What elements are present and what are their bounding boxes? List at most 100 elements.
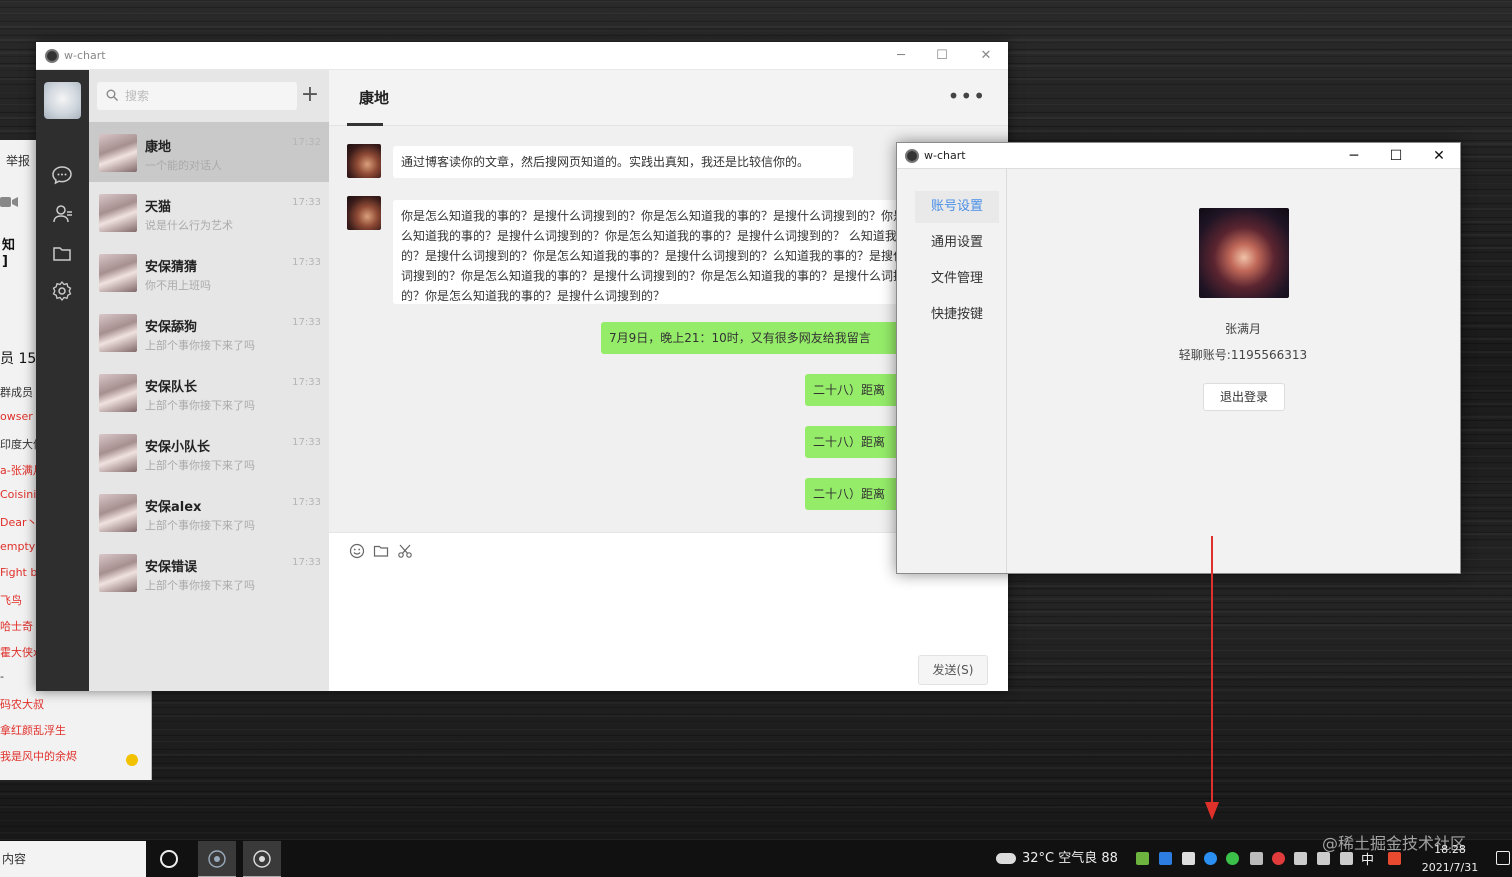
- contact-time: 17:32: [292, 137, 321, 148]
- contact-last-message: 上部个事你接下来了吗: [145, 519, 255, 532]
- contact-item[interactable]: 安保错误 上部个事你接下来了吗 17:33: [89, 542, 329, 602]
- contact-last-message: 说是什么行为艺术: [145, 219, 233, 232]
- clock-date: 2021/7/31: [1421, 861, 1479, 874]
- contact-avatar: [99, 494, 137, 532]
- contact-name: 安保队长: [145, 380, 198, 395]
- cortana-icon[interactable]: [160, 850, 178, 868]
- app-logo-icon: [45, 49, 59, 63]
- contact-last-message: 上部个事你接下来了吗: [145, 579, 255, 592]
- sender-avatar[interactable]: [347, 144, 381, 178]
- security-icon[interactable]: [1182, 852, 1195, 865]
- weather-widget[interactable]: 32°C 空气良 88: [996, 849, 1118, 869]
- contact-avatar: [99, 314, 137, 352]
- settings-title-bar[interactable]: w-chart ─ ☐ ✕: [897, 143, 1460, 169]
- app-logo-icon: [905, 149, 919, 163]
- taskbar-app-w-chart[interactable]: [198, 841, 236, 877]
- chat-icon[interactable]: [51, 164, 73, 186]
- nvidia-icon[interactable]: [1136, 852, 1149, 865]
- window-title: w-chart: [64, 49, 106, 62]
- group-member-name[interactable]: 码农大叔: [0, 696, 150, 712]
- my-message-bubble: 7月9日，晚上21：10时，又有很多网友给我留言: [601, 322, 911, 354]
- scissors-icon[interactable]: [397, 543, 413, 559]
- report-label[interactable]: 举报: [6, 152, 30, 169]
- settings-menu-item[interactable]: 文件管理: [915, 263, 999, 295]
- minimize-button[interactable]: ─: [889, 46, 913, 66]
- contact-item[interactable]: 天猫说是什么行为艺术 17:33: [89, 182, 329, 242]
- contact-time: 17:33: [292, 257, 321, 268]
- group-member-name[interactable]: 拿红颜乱浮生: [0, 722, 150, 738]
- contact-last-message: 上部个事你接下来了吗: [145, 459, 255, 472]
- contact-item[interactable]: 康地一个能的对话人 17:32: [89, 122, 329, 182]
- weather-text: 32°C 空气良 88: [1022, 851, 1118, 866]
- contacts-icon[interactable]: [51, 203, 73, 225]
- contact-time: 17:33: [292, 377, 321, 388]
- taskbar-app-w-chart-2[interactable]: [243, 841, 281, 877]
- minimize-button[interactable]: ─: [1342, 146, 1366, 166]
- emoji-icon[interactable]: [349, 543, 365, 559]
- add-button[interactable]: +: [299, 84, 321, 106]
- contact-name: 安保舔狗: [145, 320, 198, 335]
- nav-rail: [36, 70, 89, 691]
- contact-last-message: 上部个事你接下来了吗: [145, 399, 255, 412]
- contact-item[interactable]: 安保舔狗上部个事你接下来了吗 17:33: [89, 302, 329, 362]
- cloud-icon: [996, 853, 1016, 864]
- app-tray-icon[interactable]: [1272, 852, 1285, 865]
- electron-app-icon: [208, 850, 226, 868]
- notification-icon[interactable]: [1496, 851, 1510, 865]
- account-number: 轻聊账号:1195566313: [1178, 348, 1308, 362]
- contact-item[interactable]: 安保小队长 上部个事你接下来了吗 17:33: [89, 422, 329, 482]
- logout-button[interactable]: 退出登录: [1203, 383, 1285, 411]
- settings-menu-item[interactable]: 账号设置: [915, 191, 999, 223]
- folder-icon[interactable]: [51, 242, 73, 264]
- contact-time: 17:33: [292, 317, 321, 328]
- chat-header: 康地 •••: [329, 70, 1008, 126]
- contact-name: 天猫: [145, 200, 172, 215]
- contact-last-message: 一个能的对话人: [145, 159, 222, 172]
- file-icon[interactable]: [373, 543, 389, 559]
- contact-list-panel: + 康地一个能的对话人17:32天猫说是什么行为艺术17:33安保猜猜你不用上班…: [89, 70, 329, 691]
- maximize-button[interactable]: ☐: [930, 46, 954, 66]
- browser-icon[interactable]: [1204, 852, 1217, 865]
- maximize-button[interactable]: ☐: [1384, 146, 1408, 166]
- contact-time: 17:33: [292, 497, 321, 508]
- volume-icon[interactable]: [1294, 852, 1307, 865]
- contact-item[interactable]: 安保alex 上部个事你接下来了吗 17:33: [89, 482, 329, 542]
- more-options-button[interactable]: •••: [948, 84, 986, 108]
- close-button[interactable]: ✕: [1427, 146, 1451, 166]
- network-icon[interactable]: [1250, 852, 1263, 865]
- star-icon: [126, 754, 138, 766]
- close-button[interactable]: ✕: [974, 46, 998, 66]
- message-bubble: 通过博客读你的文章，然后搜网页知道的。实践出真知，我还是比较信你的。: [393, 146, 853, 178]
- electron-app-icon: [253, 850, 271, 868]
- chat-title: 康地: [359, 89, 390, 107]
- send-button[interactable]: 发送(S): [918, 655, 988, 685]
- contact-item[interactable]: 安保猜猜你不用上班吗 17:33: [89, 242, 329, 302]
- contact-name: 安保猜猜: [145, 260, 198, 275]
- contact-avatar: [99, 254, 137, 292]
- taskbar-search[interactable]: 内容: [0, 841, 146, 877]
- sender-avatar[interactable]: [347, 196, 381, 230]
- contact-last-message: 你不用上班吗: [145, 279, 211, 292]
- contact-last-message: 上部个事你接下来了吗: [145, 339, 255, 352]
- profile-avatar[interactable]: [1199, 208, 1289, 298]
- wechat-icon[interactable]: [1226, 852, 1239, 865]
- search-input[interactable]: [125, 87, 285, 105]
- user-avatar[interactable]: [44, 82, 81, 119]
- contact-avatar: [99, 434, 137, 472]
- settings-window-title: w-chart: [924, 149, 966, 162]
- contact-name: 安保小队长: [145, 440, 211, 455]
- message-bubble: 你是怎么知道我的事的？是搜什么词搜到的？你是怎么知道我的事的？是搜什么词搜到的？…: [393, 200, 933, 304]
- shield-icon[interactable]: [1159, 852, 1172, 865]
- search-box[interactable]: [97, 82, 297, 110]
- contact-item[interactable]: 安保队长上部个事你接下来了吗 17:33: [89, 362, 329, 422]
- video-call-icon[interactable]: [0, 195, 18, 213]
- settings-gear-icon[interactable]: [51, 280, 73, 302]
- profile-name: 张满月: [1224, 322, 1261, 336]
- contact-avatar: [99, 374, 137, 412]
- contact-time: 17:33: [292, 197, 321, 208]
- title-bar[interactable]: w-chart ─ ☐ ✕: [36, 42, 1008, 70]
- group-members-count: 员 15: [0, 351, 37, 367]
- main-chat-window: w-chart ─ ☐ ✕ + 康地一个能的对话人 17:32 天猫说是什么行为艺术…: [36, 42, 1008, 691]
- settings-menu-item[interactable]: 通用设置: [915, 227, 999, 259]
- contact-name: 康地: [145, 140, 172, 155]
